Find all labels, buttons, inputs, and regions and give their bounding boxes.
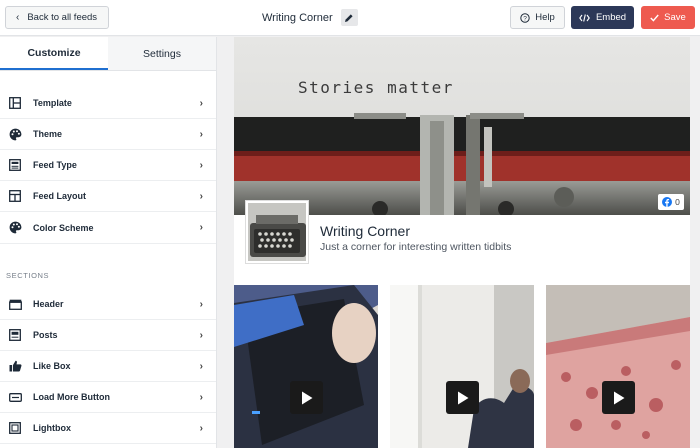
chevron-right-icon: › — [199, 159, 203, 171]
play-icon — [613, 391, 624, 404]
posts-icon — [8, 328, 22, 342]
question-circle-icon: ? — [520, 12, 530, 23]
sidebar-item-theme[interactable]: Theme › — [0, 119, 216, 150]
sidebar-item-load-more-button[interactable]: Load More Button › — [0, 382, 216, 413]
button-icon — [8, 390, 22, 404]
help-label: Help — [535, 12, 555, 23]
chevron-right-icon: › — [199, 298, 203, 310]
svg-text:?: ? — [523, 15, 527, 22]
sidebar-item-feed-type[interactable]: Feed Type › — [0, 150, 216, 181]
sidebar-item-lightbox[interactable]: Lightbox › — [0, 413, 216, 444]
template-icon — [8, 96, 22, 110]
video-grid — [234, 285, 690, 448]
top-bar: ‹ Back to all feeds Writing Corner ? Hel… — [0, 0, 700, 36]
sections-menu: Header › Posts › Like Box › Load More Bu… — [0, 289, 216, 444]
sidebar-item-like-box[interactable]: Like Box › — [0, 351, 216, 382]
cover-text: Stories matter — [298, 78, 454, 97]
sidebar-item-label: Posts — [33, 330, 58, 340]
play-button[interactable] — [602, 381, 635, 414]
header-icon — [8, 297, 22, 311]
profile-avatar — [246, 201, 308, 263]
sidebar-item-header[interactable]: Header › — [0, 289, 216, 320]
help-button[interactable]: ? Help — [510, 6, 565, 29]
edit-title-button[interactable] — [340, 9, 358, 26]
code-icon — [579, 13, 590, 22]
sidebar-item-label: Template — [33, 98, 72, 108]
customize-sidebar: Customize Settings Template › Theme › Fe… — [0, 37, 217, 448]
play-button[interactable] — [446, 381, 479, 414]
chevron-right-icon: › — [199, 391, 203, 403]
play-icon — [301, 391, 312, 404]
video-thumbnail[interactable] — [390, 285, 534, 448]
tab-settings[interactable]: Settings — [108, 37, 216, 70]
sidebar-item-color-scheme[interactable]: Color Scheme › — [0, 212, 216, 243]
customize-menu: Template › Theme › Feed Type › Feed Layo… — [0, 88, 216, 243]
play-button[interactable] — [290, 381, 323, 414]
chevron-right-icon: › — [199, 222, 203, 233]
feed-title-area: Writing Corner — [262, 9, 358, 26]
sections-heading: SECTIONS — [0, 243, 216, 289]
sidebar-item-label: Feed Layout — [33, 191, 87, 201]
lightbox-icon — [8, 421, 22, 435]
sidebar-item-label: Load More Button — [33, 392, 110, 402]
tab-customize[interactable]: Customize — [0, 37, 108, 70]
chevron-right-icon: › — [199, 422, 203, 434]
page-name: Writing Corner — [320, 223, 410, 239]
sidebar-item-label: Theme — [33, 129, 63, 139]
embed-label: Embed — [595, 12, 627, 23]
like-count-badge[interactable]: 0 — [658, 194, 684, 210]
layout-icon — [8, 189, 22, 203]
sidebar-item-label: Like Box — [33, 361, 71, 371]
feed-title: Writing Corner — [262, 11, 333, 24]
play-icon — [457, 391, 468, 404]
sidebar-item-feed-layout[interactable]: Feed Layout › — [0, 181, 216, 212]
save-button[interactable]: Save — [641, 6, 695, 29]
facebook-icon — [662, 197, 673, 207]
chevron-right-icon: › — [199, 190, 203, 202]
like-count: 0 — [675, 197, 680, 207]
palette-icon — [8, 221, 22, 235]
sidebar-tabs: Customize Settings — [0, 37, 216, 71]
sidebar-item-label: Header — [33, 299, 64, 309]
feed-type-icon — [8, 158, 22, 172]
thumbs-up-icon — [8, 359, 22, 373]
video-thumbnail[interactable] — [546, 285, 690, 448]
video-thumbnail[interactable] — [234, 285, 378, 448]
palette-icon — [8, 127, 22, 141]
pencil-icon — [345, 13, 353, 22]
sidebar-item-posts[interactable]: Posts › — [0, 320, 216, 351]
chevron-right-icon: › — [199, 360, 203, 372]
sidebar-item-label: Color Scheme — [33, 222, 94, 233]
back-to-feeds-button[interactable]: ‹ Back to all feeds — [5, 6, 110, 29]
sidebar-item-label: Feed Type — [33, 160, 77, 170]
embed-button[interactable]: Embed — [571, 6, 634, 29]
feed-preview: Stories matter 0 Writing Corner Just a c… — [234, 37, 690, 448]
save-label: Save — [664, 12, 686, 23]
sidebar-item-label: Lightbox — [33, 423, 71, 433]
check-icon — [650, 14, 659, 22]
chevron-right-icon: › — [199, 97, 203, 109]
chevron-left-icon: ‹ — [16, 11, 20, 23]
cover-photo: Stories matter — [234, 37, 690, 215]
back-button-label: Back to all feeds — [27, 12, 98, 23]
page-description: Just a corner for interesting written ti… — [320, 241, 512, 253]
sidebar-item-template[interactable]: Template › — [0, 88, 216, 119]
chevron-right-icon: › — [199, 128, 203, 140]
chevron-right-icon: › — [199, 329, 203, 341]
